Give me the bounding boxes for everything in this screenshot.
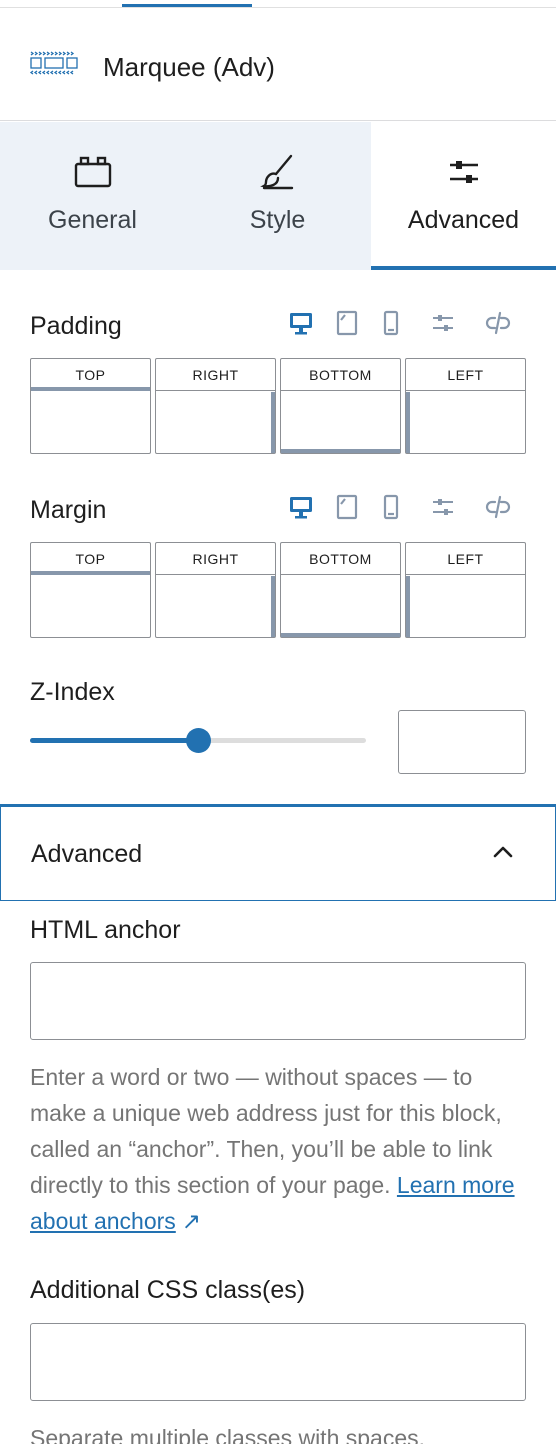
tab-style[interactable]: Style — [185, 122, 370, 270]
padding-bottom-input[interactable] — [281, 392, 400, 453]
zindex-slider-fill — [30, 738, 198, 743]
padding-inputs: TOP RIGHT BOTTOM LEFT — [30, 358, 526, 454]
zindex-input[interactable] — [398, 710, 526, 774]
marquee-block-icon — [29, 50, 78, 76]
top-border — [0, 0, 556, 8]
margin-right-input[interactable] — [156, 576, 275, 637]
tab-style-label: Style — [249, 206, 306, 234]
css-class-help: Separate multiple classes with spaces. — [30, 1425, 426, 1444]
padding-left-input[interactable] — [406, 392, 525, 453]
tab-advanced[interactable]: Advanced — [371, 122, 556, 270]
padding-bottom-box: BOTTOM — [280, 358, 401, 454]
block-title: Marquee (Adv) — [103, 52, 275, 82]
margin-bottom-label: BOTTOM — [281, 543, 400, 575]
html-anchor-label: HTML anchor — [30, 916, 181, 944]
desktop-icon[interactable] — [288, 310, 314, 336]
padding-controls — [288, 310, 518, 340]
sliders-icon — [444, 152, 484, 192]
advanced-panel-toggle[interactable]: Advanced — [0, 807, 556, 901]
padding-top-box: TOP — [30, 358, 151, 454]
html-anchor-help: Enter a word or two — without spaces — t… — [30, 1059, 530, 1239]
mobile-icon[interactable] — [378, 310, 404, 336]
tablet-icon[interactable] — [334, 494, 360, 520]
margin-top-input[interactable] — [31, 576, 150, 637]
margin-controls — [288, 494, 518, 524]
css-class-input[interactable] — [30, 1323, 526, 1401]
margin-left-label: LEFT — [406, 543, 525, 575]
padding-top-input[interactable] — [31, 392, 150, 453]
tab-general[interactable]: General — [0, 122, 185, 270]
top-accent-bar — [122, 4, 252, 7]
padding-left-label: LEFT — [406, 359, 525, 391]
brush-icon — [258, 152, 298, 192]
margin-inputs: TOP RIGHT BOTTOM LEFT — [30, 542, 526, 638]
desktop-icon[interactable] — [288, 494, 314, 520]
block-card: Marquee (Adv) — [0, 8, 556, 121]
padding-bottom-label: BOTTOM — [281, 359, 400, 391]
zindex-slider[interactable] — [30, 728, 366, 753]
margin-top-label: TOP — [31, 543, 150, 575]
tab-advanced-label: Advanced — [407, 206, 520, 234]
margin-right-label: RIGHT — [156, 543, 275, 575]
unlink-icon[interactable] — [484, 494, 512, 520]
zindex-label: Z-Index — [30, 678, 115, 706]
padding-left-box: LEFT — [405, 358, 526, 454]
tab-general-label: General — [48, 206, 137, 234]
css-class-label: Additional CSS class(es) — [30, 1276, 306, 1304]
padding-right-label: RIGHT — [156, 359, 275, 391]
advanced-panel-title: Advanced — [31, 840, 143, 868]
unlink-icon[interactable] — [484, 310, 512, 336]
chevron-up-icon — [491, 840, 515, 864]
margin-right-box: RIGHT — [155, 542, 276, 638]
external-link-icon: ↗ — [181, 1208, 202, 1234]
margin-bottom-input[interactable] — [281, 576, 400, 637]
padding-label: Padding — [30, 312, 122, 340]
html-anchor-input[interactable] — [30, 962, 526, 1040]
tablet-icon[interactable] — [334, 310, 360, 336]
padding-right-input[interactable] — [156, 392, 275, 453]
sliders-icon[interactable] — [430, 310, 456, 336]
padding-right-box: RIGHT — [155, 358, 276, 454]
general-tab-icon — [73, 152, 113, 192]
margin-left-box: LEFT — [405, 542, 526, 638]
inspector-tabs: General Style Advanced — [0, 122, 556, 270]
sliders-icon[interactable] — [430, 494, 456, 520]
mobile-icon[interactable] — [378, 494, 404, 520]
margin-left-input[interactable] — [406, 576, 525, 637]
margin-top-box: TOP — [30, 542, 151, 638]
padding-top-label: TOP — [31, 359, 150, 391]
margin-label: Margin — [30, 496, 107, 524]
zindex-slider-thumb[interactable] — [186, 728, 211, 753]
margin-bottom-box: BOTTOM — [280, 542, 401, 638]
